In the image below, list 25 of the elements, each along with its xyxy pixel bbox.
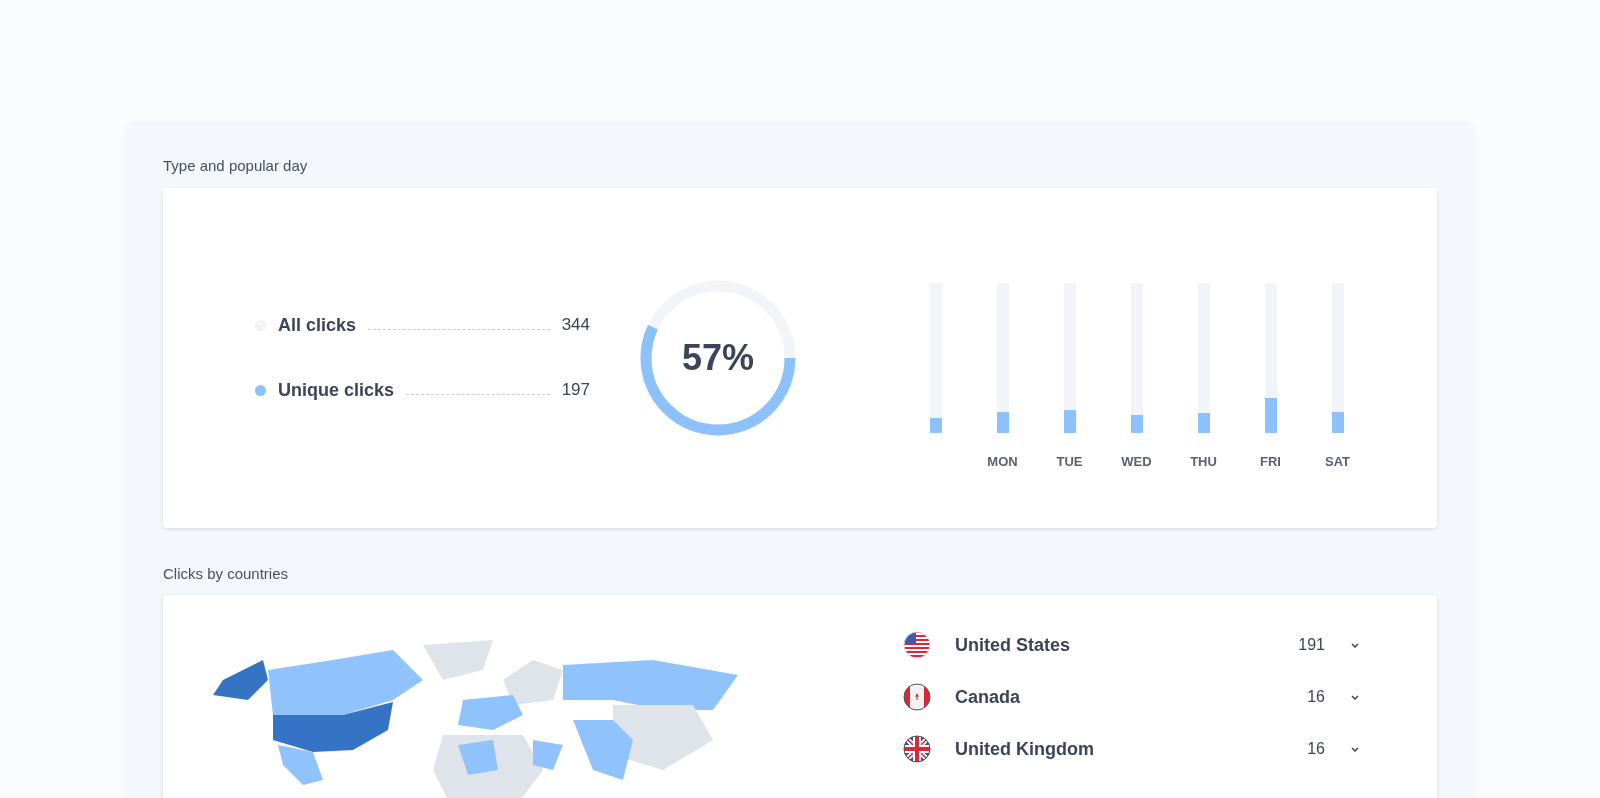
chevron-icon [1350, 693, 1360, 701]
country-name: United Kingdom [955, 737, 1095, 761]
country-name: United States [955, 633, 1072, 657]
percentage-label: 57% [681, 335, 755, 380]
section-title: Type and popular day [163, 156, 309, 176]
flag-icon [903, 631, 931, 659]
country-count: 191 [1297, 635, 1325, 655]
day-label: MON [987, 453, 1018, 469]
legend-value: 197 [561, 379, 590, 402]
flag-icon [903, 735, 931, 763]
legend-value: 344 [561, 314, 590, 337]
legend-label: All clicks [278, 313, 357, 337]
country-name: Canada [955, 685, 1022, 709]
chevron-icon [1350, 641, 1360, 649]
legend-label: Unique clicks [278, 378, 395, 402]
country-count: 16 [1306, 687, 1325, 707]
chevron-icon [1350, 745, 1360, 753]
day-label: TUE [1056, 453, 1083, 469]
day-label: FRI [1260, 453, 1281, 469]
day-label: SAT [1324, 453, 1350, 469]
day-label: THU [1190, 453, 1217, 469]
flag-icon [903, 683, 931, 711]
day-label: WED [1121, 453, 1152, 469]
section-title: Clicks by countries [163, 563, 290, 584]
country-count: 16 [1306, 739, 1325, 759]
